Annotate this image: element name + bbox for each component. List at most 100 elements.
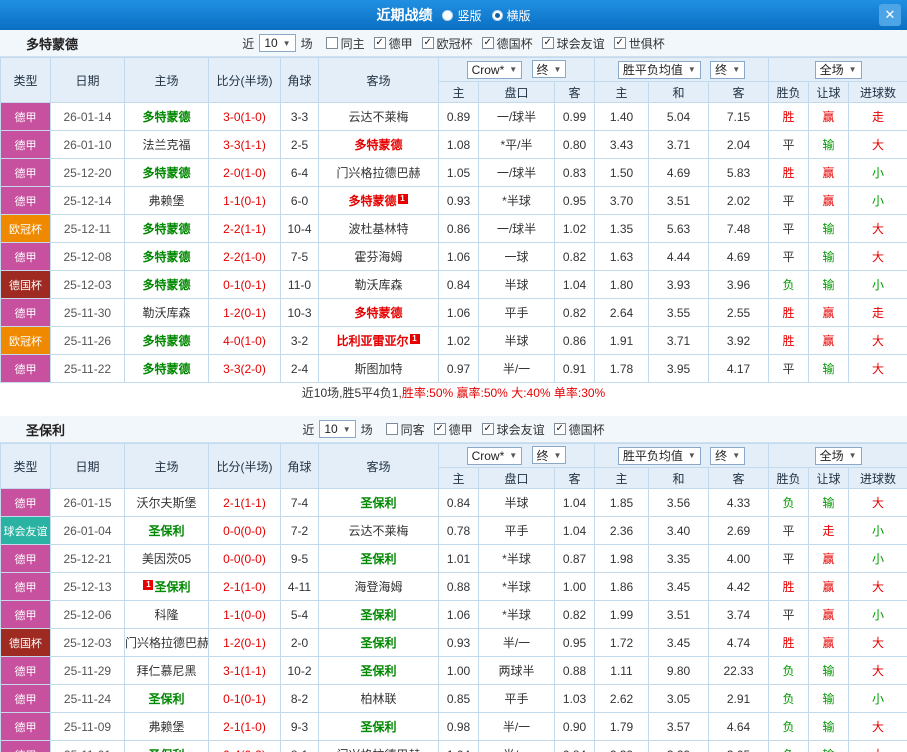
checkbox-checked-icon[interactable]: ✓ — [553, 423, 566, 435]
result-cell: 负 — [768, 684, 810, 713]
layout-radio-vertical[interactable]: 竖版 — [442, 7, 482, 24]
team-link[interactable]: 比利亚雷亚尔 1 — [336, 334, 420, 348]
team-link[interactable]: 门兴格拉德巴赫 — [336, 166, 420, 180]
team-link[interactable]: 多特蒙德 — [142, 166, 190, 180]
checkbox-checked-icon[interactable]: ✓ — [433, 423, 446, 435]
filter-checkbox[interactable]: ✓ 德甲 — [433, 421, 473, 438]
radio-selected-icon[interactable] — [491, 9, 503, 21]
games-label: 场 — [300, 36, 313, 51]
checkbox-checked-icon[interactable]: ✓ — [373, 37, 386, 49]
team-name-text: 柏林联 — [360, 692, 397, 706]
team-link[interactable]: 圣保利 — [360, 608, 396, 622]
team-link[interactable]: 多特蒙德 — [142, 362, 190, 376]
checkbox-checked-icon[interactable]: ✓ — [481, 37, 494, 49]
avg-type-select[interactable]: 胜平负均值 ▼ — [617, 60, 701, 79]
team-link[interactable]: 海登海姆 — [354, 580, 402, 594]
checkbox-checked-icon[interactable]: ✓ — [421, 37, 434, 49]
team-link[interactable]: 勒沃库森 — [142, 306, 190, 320]
filter-checkbox[interactable]: ✓ 德国杯 — [553, 421, 605, 438]
team-link[interactable]: 拜仁慕尼黑 — [136, 664, 196, 678]
filter-checkbox[interactable]: ✓ 球会友谊 — [541, 35, 605, 52]
away-team-cell: 圣保利 — [318, 656, 439, 685]
odds-company-select[interactable]: Crow* ▼ — [466, 446, 523, 465]
radio-unselected-icon[interactable] — [442, 9, 454, 21]
team-link[interactable]: 圣保利 — [360, 636, 396, 650]
avg-header-cell: 胜平负均值 ▼ 终 ▼ — [593, 443, 770, 468]
filter-checkbox[interactable]: ✓ 德国杯 — [481, 35, 533, 52]
team-link[interactable]: 多特蒙德 — [142, 110, 190, 124]
handicap-result-cell: 输 — [808, 130, 850, 159]
score-cell: 0-0(0-0) — [208, 544, 281, 573]
goals-result-cell: 小 — [848, 684, 907, 713]
filter-checkbox[interactable]: 同主 — [325, 35, 365, 52]
team-name-text: 多特蒙德 — [142, 362, 191, 376]
odds-company-select[interactable]: Crow* ▼ — [466, 60, 523, 79]
team-link[interactable]: 美因茨05 — [142, 552, 191, 566]
team-link[interactable]: 圣保利 — [148, 524, 184, 538]
team-link[interactable]: 沃尔夫斯堡 — [136, 496, 196, 510]
avg-home-cell: 1.86 — [594, 572, 649, 601]
filter-checkbox[interactable]: ✓ 球会友谊 — [481, 421, 545, 438]
team-link[interactable]: 圣保利 — [360, 720, 396, 734]
avg-final-select[interactable]: 终 ▼ — [710, 446, 746, 465]
col-header-corner: 角球 — [280, 443, 319, 489]
away-team-cell: 圣保利 — [318, 544, 439, 573]
odds-final-select[interactable]: 终 ▼ — [531, 446, 567, 465]
fulltime-select[interactable]: 全场 ▼ — [814, 446, 862, 465]
checkbox-checked-icon[interactable]: ✓ — [541, 37, 554, 49]
team-link[interactable]: 弗赖堡 — [148, 194, 184, 208]
layout-radio-horizontal[interactable]: 横版 — [491, 7, 531, 24]
checkbox-checked-icon[interactable]: ✓ — [613, 37, 626, 49]
team-link[interactable]: 多特蒙德 — [354, 138, 402, 152]
team-link[interactable]: 圣保利 — [148, 748, 184, 752]
avg-home-cell: 2.36 — [594, 516, 649, 545]
team-link[interactable]: 圣保利 — [360, 552, 396, 566]
checkbox-unchecked-icon[interactable] — [325, 37, 338, 49]
team-link[interactable]: 圣保利 — [148, 692, 184, 706]
team-link[interactable]: 霍芬海姆 — [354, 250, 402, 264]
team-name-text: 门兴格拉德巴赫 — [336, 166, 421, 180]
team-link[interactable]: 弗赖堡 — [148, 720, 184, 734]
team-link[interactable]: 多特蒙德 — [142, 278, 190, 292]
avg-type-select[interactable]: 胜平负均值 ▼ — [617, 446, 701, 465]
fulltime-select[interactable]: 全场 ▼ — [814, 60, 862, 79]
team-link[interactable]: 圣保利 — [360, 496, 396, 510]
team-link[interactable]: 多特蒙德 — [142, 222, 190, 236]
team-link[interactable]: 波杜基林特 — [348, 222, 408, 236]
team-link[interactable]: 门兴格拉德巴赫 — [336, 748, 420, 752]
team-name-text: 门兴格拉德巴赫 — [125, 636, 209, 650]
match-count-select[interactable]: 10 ▼ — [319, 420, 356, 438]
score-cell: 1-2(0-1) — [208, 298, 281, 327]
team-link[interactable]: 云达不莱梅 — [348, 524, 408, 538]
chevron-down-icon: ▼ — [848, 451, 857, 460]
team-link[interactable]: 多特蒙德 — [354, 306, 402, 320]
close-button[interactable]: ✕ — [879, 4, 901, 26]
team-link[interactable]: 多特蒙德 1 — [348, 194, 408, 208]
filter-checkbox[interactable]: ✓ 世俱杯 — [613, 35, 665, 52]
team-link[interactable]: 圣保利 — [360, 664, 396, 678]
team-link[interactable]: 科隆 — [154, 608, 178, 622]
odds-final-select[interactable]: 终 ▼ — [531, 60, 567, 79]
team-link[interactable]: 柏林联 — [360, 692, 396, 706]
filter-checkbox[interactable]: 同客 — [385, 421, 425, 438]
filter-checkbox[interactable]: ✓ 欧冠杯 — [421, 35, 473, 52]
checkbox-unchecked-icon[interactable] — [385, 423, 398, 435]
filter-checkbox[interactable]: ✓ 德甲 — [373, 35, 413, 52]
match-count-select[interactable]: 10 ▼ — [259, 34, 296, 52]
team-link[interactable]: 云达不莱梅 — [348, 110, 408, 124]
match-row: 德甲25-11-01 圣保利 0-4(0-2)8-1 门兴格拉德巴赫 1.04半/一0.… — [0, 740, 907, 752]
team-link[interactable]: 斯图加特 — [354, 362, 402, 376]
team-link[interactable]: 多特蒙德 — [142, 250, 190, 264]
avg-away-cell: 2.91 — [707, 684, 770, 713]
team-link[interactable]: 多特蒙德 — [142, 334, 190, 348]
odds-home-cell: 0.93 — [438, 628, 479, 657]
avg-final-select[interactable]: 终 ▼ — [710, 60, 746, 79]
col-header-score: 比分(半场) — [208, 443, 281, 489]
team-link[interactable]: 勒沃库森 — [354, 278, 402, 292]
avg-home-cell: 3.43 — [594, 130, 649, 159]
checkbox-checked-icon[interactable]: ✓ — [481, 423, 494, 435]
team-link[interactable]: 法兰克福 — [142, 138, 190, 152]
corner-cell: 3-2 — [280, 326, 319, 355]
team-link[interactable]: 1 圣保利 — [142, 580, 191, 594]
team-link[interactable]: 门兴格拉德巴赫 — [125, 636, 209, 650]
